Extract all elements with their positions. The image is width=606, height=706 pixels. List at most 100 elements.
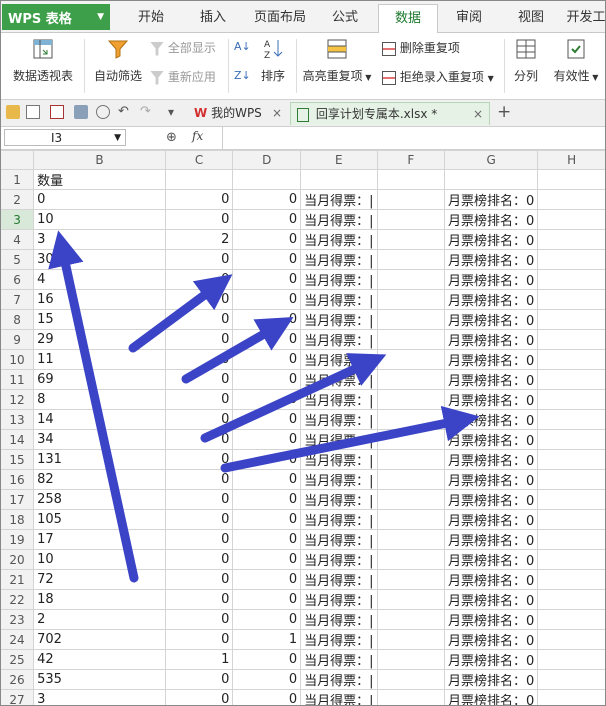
cell-b[interactable]: 29 (33, 329, 166, 350)
row-header[interactable]: 4 (0, 229, 35, 250)
cell-f[interactable] (376, 229, 446, 250)
function-icon[interactable]: fx (192, 129, 203, 143)
autofilter-button[interactable]: 自动筛选 (90, 37, 146, 84)
cell-b[interactable]: 34 (33, 429, 166, 450)
cell-e[interactable]: 当月得票：| (300, 189, 378, 210)
cell-h[interactable] (537, 369, 606, 390)
cell-d[interactable]: 0 (232, 389, 302, 410)
cell-d[interactable]: 0 (232, 249, 302, 270)
cell-c[interactable]: 0 (164, 389, 234, 410)
cell-h[interactable] (537, 489, 606, 510)
cell-c[interactable]: 0 (164, 289, 234, 310)
formula-input[interactable] (222, 127, 606, 149)
cell-d[interactable]: 0 (232, 569, 302, 590)
cell-f[interactable] (376, 409, 446, 430)
cell-d[interactable]: 0 (232, 609, 302, 630)
doc-tab-my-wps[interactable]: W 我的WPS × (190, 102, 286, 124)
select-all-corner[interactable] (0, 150, 35, 170)
cell-e[interactable]: 当月得票：| (300, 629, 378, 650)
cell-d[interactable]: 0 (232, 489, 302, 510)
cell-e[interactable]: 当月得票：| (300, 649, 378, 670)
cell-h[interactable] (537, 169, 606, 190)
cell-g[interactable]: 月票榜排名：0 (444, 229, 539, 250)
cell-e[interactable]: 当月得票：| (300, 229, 378, 250)
cell-e[interactable] (300, 169, 378, 190)
cell-f[interactable] (376, 549, 446, 570)
column-header[interactable]: G (444, 150, 539, 170)
cell-c[interactable]: 0 (164, 669, 234, 690)
cell-b[interactable]: 17 (33, 529, 166, 550)
cell-f[interactable] (376, 389, 446, 410)
sort-ascending-button[interactable]: A↓ (234, 39, 251, 53)
cell-f[interactable] (376, 629, 446, 650)
doc-tab-workbook[interactable]: 回享计划专属本.xlsx * × (290, 102, 490, 125)
row-header[interactable]: 5 (0, 249, 35, 270)
cell-e[interactable]: 当月得票：| (300, 449, 378, 470)
cell-c[interactable]: 0 (164, 489, 234, 510)
cell-h[interactable] (537, 689, 606, 706)
cell-d[interactable]: 0 (232, 549, 302, 570)
cell-c[interactable]: 0 (164, 509, 234, 530)
cell-e[interactable]: 当月得票：| (300, 329, 378, 350)
cell-d[interactable]: 0 (232, 409, 302, 430)
row-header[interactable]: 27 (0, 689, 35, 706)
cell-h[interactable] (537, 509, 606, 530)
row-header[interactable]: 25 (0, 649, 35, 670)
cell-f[interactable] (376, 569, 446, 590)
cell-e[interactable]: 当月得票：| (300, 569, 378, 590)
cell-e[interactable]: 当月得票：| (300, 289, 378, 310)
cell-d[interactable]: 0 (232, 529, 302, 550)
cell-b[interactable]: 8 (33, 389, 166, 410)
cell-c[interactable]: 0 (164, 349, 234, 370)
row-header[interactable]: 3 (0, 209, 35, 230)
cell-e[interactable]: 当月得票：| (300, 549, 378, 570)
cell-g[interactable]: 月票榜排名：0 (444, 389, 539, 410)
cell-f[interactable] (376, 169, 446, 190)
cell-g[interactable]: 月票榜排名：0 (444, 549, 539, 570)
cell-d[interactable]: 0 (232, 229, 302, 250)
close-icon[interactable]: × (473, 103, 483, 125)
column-header[interactable]: F (376, 150, 446, 170)
cell-h[interactable] (537, 289, 606, 310)
cell-b[interactable]: 69 (33, 369, 166, 390)
cell-f[interactable] (376, 689, 446, 706)
row-header[interactable]: 1 (0, 169, 35, 190)
cell-g[interactable]: 月票榜排名：0 (444, 269, 539, 290)
cell-h[interactable] (537, 629, 606, 650)
row-header[interactable]: 10 (0, 349, 35, 370)
cell-b[interactable]: 数量 (33, 169, 166, 190)
cell-g[interactable]: 月票榜排名：0 (444, 449, 539, 470)
cell-g[interactable] (444, 169, 539, 190)
cell-g[interactable]: 月票榜排名：0 (444, 629, 539, 650)
cell-d[interactable]: 0 (232, 189, 302, 210)
cell-d[interactable]: 0 (232, 689, 302, 706)
cell-h[interactable] (537, 529, 606, 550)
cell-b[interactable]: 4 (33, 269, 166, 290)
row-header[interactable]: 18 (0, 509, 35, 530)
cell-d[interactable]: 0 (232, 349, 302, 370)
row-header[interactable]: 2 (0, 189, 35, 210)
cell-c[interactable]: 0 (164, 429, 234, 450)
cell-f[interactable] (376, 589, 446, 610)
cell-d[interactable]: 0 (232, 589, 302, 610)
cell-b[interactable]: 2 (33, 609, 166, 630)
cell-b[interactable]: 72 (33, 569, 166, 590)
cell-f[interactable] (376, 209, 446, 230)
cell-b[interactable]: 3 (33, 229, 166, 250)
cell-h[interactable] (537, 469, 606, 490)
cell-g[interactable]: 月票榜排名：0 (444, 409, 539, 430)
cell-b[interactable]: 16 (33, 289, 166, 310)
cell-h[interactable] (537, 349, 606, 370)
cell-h[interactable] (537, 229, 606, 250)
cell-h[interactable] (537, 249, 606, 270)
column-header[interactable]: B (33, 150, 166, 170)
cell-b[interactable]: 11 (33, 349, 166, 370)
cell-g[interactable]: 月票榜排名：0 (444, 369, 539, 390)
redo-icon[interactable]: ↷ (140, 105, 154, 119)
close-icon[interactable]: × (272, 102, 282, 124)
cell-g[interactable]: 月票榜排名：0 (444, 529, 539, 550)
row-header[interactable]: 8 (0, 309, 35, 330)
cell-c[interactable]: 0 (164, 449, 234, 470)
cell-b[interactable]: 702 (33, 629, 166, 650)
cell-h[interactable] (537, 569, 606, 590)
